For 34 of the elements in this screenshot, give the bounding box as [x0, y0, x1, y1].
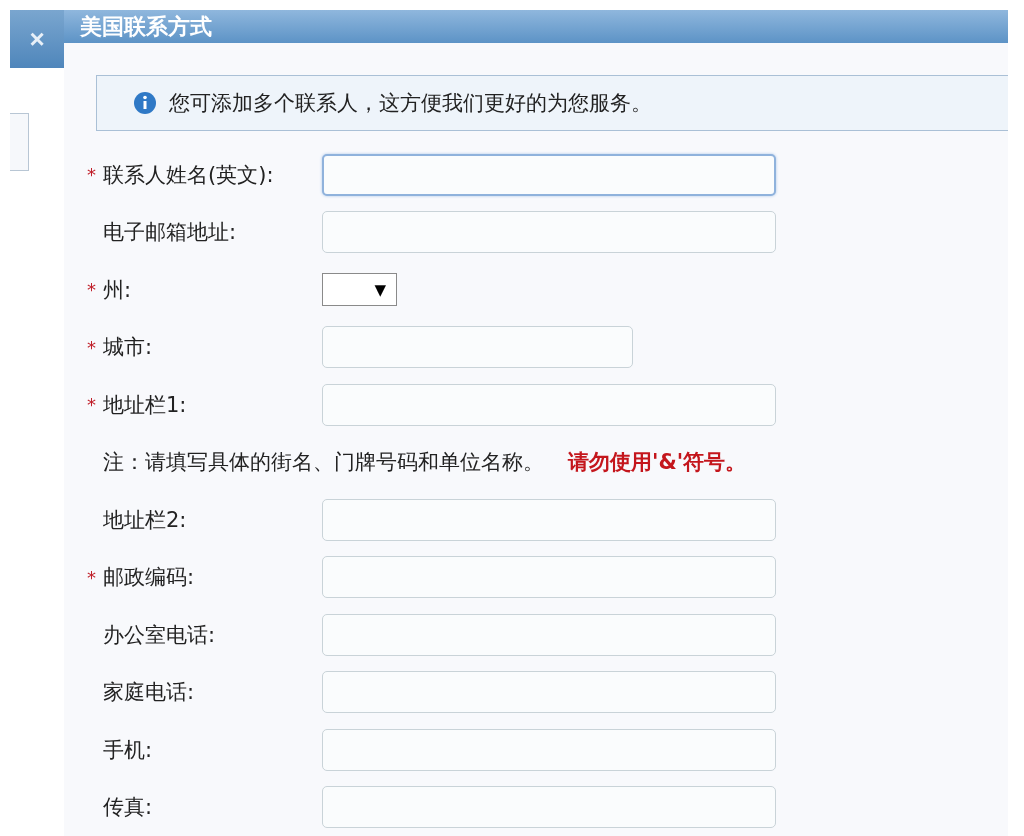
input-field[interactable]	[322, 786, 776, 829]
field-label: 手机:	[103, 736, 153, 764]
field-label: 地址栏2:	[103, 506, 187, 534]
state-dropdown[interactable]: ▼	[322, 273, 397, 307]
field-label: 邮政编码:	[103, 564, 195, 592]
field-label: 传真:	[103, 794, 153, 822]
required-mark: *	[86, 336, 97, 358]
required-mark: *	[86, 164, 97, 186]
field-label: 城市:	[103, 334, 153, 362]
side-panel-edge	[10, 113, 29, 171]
field-label: 电子邮箱地址:	[103, 219, 237, 247]
address-hint: 注：请填写具体的街名、门牌号码和单位名称。	[103, 449, 544, 477]
field-label: 州:	[103, 276, 132, 304]
warning-text: 请勿使用'&'符号。	[568, 449, 747, 477]
input-field[interactable]	[322, 613, 776, 656]
info-message: 您可添加多个联系人，这方便我们更好的为您服务。	[169, 90, 652, 117]
field-label: 办公室电话:	[103, 621, 216, 649]
input-field[interactable]	[322, 728, 776, 771]
field-label: 家庭电话:	[103, 679, 195, 707]
input-field[interactable]	[322, 671, 776, 714]
required-mark: *	[86, 279, 97, 301]
input-field[interactable]	[322, 211, 776, 254]
field-label: 地址栏1:	[103, 391, 187, 419]
dialog-title: 美国联系方式	[80, 13, 212, 41]
required-mark: *	[86, 566, 97, 588]
input-field[interactable]	[322, 556, 776, 599]
required-mark: *	[86, 394, 97, 416]
input-field[interactable]	[322, 153, 776, 196]
input-field[interactable]	[322, 498, 776, 541]
input-field[interactable]	[322, 326, 633, 369]
field-label: 联系人姓名(英文):	[103, 161, 274, 189]
input-field[interactable]	[322, 383, 776, 426]
info-icon	[133, 91, 157, 115]
caret-icon: ▼	[374, 280, 386, 299]
